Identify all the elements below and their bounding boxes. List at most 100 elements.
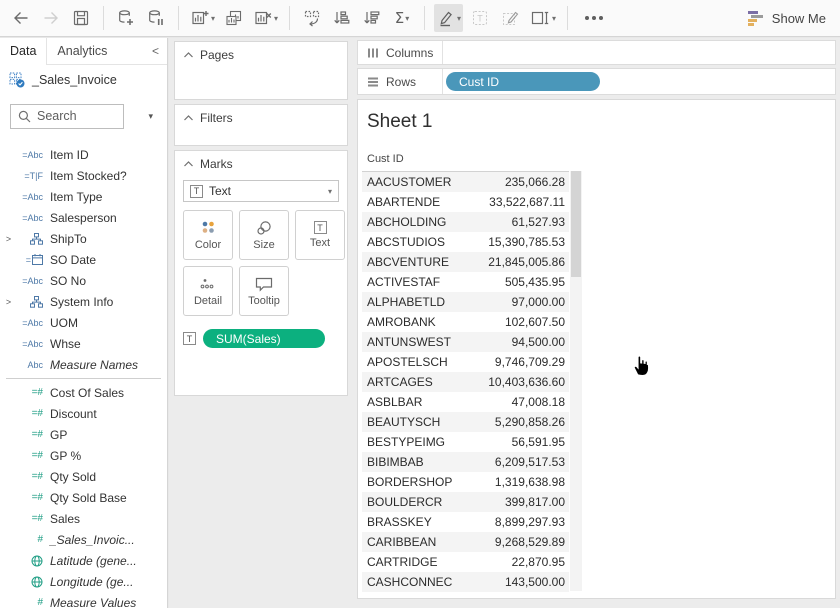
field-item[interactable]: Latitude (gene...: [0, 550, 167, 571]
value-cell[interactable]: 399,817.00: [469, 495, 569, 509]
show-me-button[interactable]: Show Me: [747, 10, 832, 27]
color-button[interactable]: Color: [183, 210, 233, 260]
duplicate-sheet-button[interactable]: [221, 4, 247, 32]
field-item[interactable]: =#Cost Of Sales: [0, 382, 167, 403]
pause-auto-updates-button[interactable]: [143, 4, 169, 32]
field-item[interactable]: =#Qty Sold Base: [0, 487, 167, 508]
table-row[interactable]: ANTUNSWEST94,500.00: [362, 332, 569, 352]
field-item[interactable]: #Measure Values: [0, 592, 167, 608]
mark-type-dropdown[interactable]: T Text ▾: [183, 180, 339, 202]
value-cell[interactable]: 8,899,297.93: [469, 515, 569, 529]
table-row[interactable]: BIBIMBAB6,209,517.53: [362, 452, 569, 472]
cust-id-pill[interactable]: Cust ID: [446, 72, 600, 91]
sort-ascending-button[interactable]: [329, 4, 355, 32]
value-cell[interactable]: 1,319,638.98: [469, 475, 569, 489]
sum-sales-pill[interactable]: SUM(Sales): [203, 329, 325, 348]
row-header-cell[interactable]: ANTUNSWEST: [362, 335, 469, 349]
value-cell[interactable]: 94,500.00: [469, 335, 569, 349]
clear-sheet-button[interactable]: ▾: [251, 4, 280, 32]
value-cell[interactable]: 5,290,858.26: [469, 415, 569, 429]
value-cell[interactable]: 102,607.50: [469, 315, 569, 329]
fit-selector-button[interactable]: ▾: [527, 4, 558, 32]
table-row[interactable]: AACUSTOMER235,066.28: [362, 172, 569, 192]
table-row[interactable]: ACTIVESTAF505,435.95: [362, 272, 569, 292]
row-header-cell[interactable]: BESTYPEIMG: [362, 435, 469, 449]
row-header-cell[interactable]: ABARTENDE: [362, 195, 469, 209]
highlight-button[interactable]: ▾: [434, 4, 463, 32]
value-cell[interactable]: 97,000.00: [469, 295, 569, 309]
field-item[interactable]: =AbcItem Type: [0, 186, 167, 207]
chevron-up-icon[interactable]: [183, 51, 194, 59]
value-cell[interactable]: 505,435.95: [469, 275, 569, 289]
tab-data[interactable]: Data: [0, 38, 47, 65]
row-header-cell[interactable]: APOSTELSCH: [362, 355, 469, 369]
table-row[interactable]: ABARTENDE33,522,687.11: [362, 192, 569, 212]
totals-button[interactable]: Σ ▾: [389, 4, 415, 32]
row-header-cell[interactable]: CARTRIDGE: [362, 555, 469, 569]
save-button[interactable]: [68, 4, 94, 32]
row-header-cell[interactable]: ABCHOLDING: [362, 215, 469, 229]
table-row[interactable]: ABCHOLDING61,527.93: [362, 212, 569, 232]
new-data-source-button[interactable]: [113, 4, 139, 32]
value-cell[interactable]: 9,268,529.89: [469, 535, 569, 549]
field-item[interactable]: =#Discount: [0, 403, 167, 424]
value-cell[interactable]: 22,870.95: [469, 555, 569, 569]
row-header-cell[interactable]: CARIBBEAN: [362, 535, 469, 549]
row-header-cell[interactable]: AMROBANK: [362, 315, 469, 329]
table-row[interactable]: ABCSTUDIOS15,390,785.53: [362, 232, 569, 252]
field-item[interactable]: >System Info: [0, 291, 167, 312]
field-item[interactable]: =AbcWhse: [0, 333, 167, 354]
row-header-cell[interactable]: BOULDERCR: [362, 495, 469, 509]
value-cell[interactable]: 21,845,005.86: [469, 255, 569, 269]
row-header-cell[interactable]: BIBIMBAB: [362, 455, 469, 469]
row-header-cell[interactable]: BRASSKEY: [362, 515, 469, 529]
field-item[interactable]: =SO Date: [0, 249, 167, 270]
search-input[interactable]: [37, 109, 107, 123]
field-item[interactable]: =#GP: [0, 424, 167, 445]
swap-rows-columns-button[interactable]: [299, 4, 325, 32]
scrollbar-thumb[interactable]: [571, 171, 581, 277]
tab-analytics[interactable]: Analytics: [47, 38, 117, 65]
row-header-cell[interactable]: ALPHABETLD: [362, 295, 469, 309]
table-row[interactable]: ARTCAGES10,403,636.60: [362, 372, 569, 392]
value-cell[interactable]: 61,527.93: [469, 215, 569, 229]
vertical-scrollbar[interactable]: [570, 171, 582, 591]
search-options-icon[interactable]: ▾: [144, 107, 157, 126]
row-header-cell[interactable]: ARTCAGES: [362, 375, 469, 389]
table-row[interactable]: AMROBANK102,607.50: [362, 312, 569, 332]
value-cell[interactable]: 33,522,687.11: [469, 195, 569, 209]
value-cell[interactable]: 10,403,636.60: [469, 375, 569, 389]
table-row[interactable]: ABCVENTURE21,845,005.86: [362, 252, 569, 272]
value-cell[interactable]: 143,500.00: [469, 575, 569, 589]
field-item[interactable]: =#Qty Sold: [0, 466, 167, 487]
rows-shelf[interactable]: Rows Cust ID: [357, 68, 836, 95]
table-row[interactable]: BEAUTYSCH5,290,858.26: [362, 412, 569, 432]
chevron-down-icon[interactable]: ▾: [405, 14, 409, 23]
value-cell[interactable]: 15,390,785.53: [469, 235, 569, 249]
field-item[interactable]: Longitude (ge...: [0, 571, 167, 592]
expander-icon[interactable]: >: [3, 297, 14, 307]
chevron-down-icon[interactable]: ▾: [274, 14, 278, 23]
table-row[interactable]: BRASSKEY8,899,297.93: [362, 512, 569, 532]
row-header-cell[interactable]: ASBLBAR: [362, 395, 469, 409]
table-row[interactable]: BESTYPEIMG56,591.95: [362, 432, 569, 452]
row-header-cell[interactable]: AACUSTOMER: [362, 175, 469, 189]
redo-button[interactable]: [38, 4, 64, 32]
datasource-item[interactable]: _Sales_Invoice: [0, 65, 167, 95]
chevron-up-icon[interactable]: [183, 160, 194, 168]
chevron-down-icon[interactable]: ▾: [552, 14, 556, 23]
table-row[interactable]: APOSTELSCH9,746,709.29: [362, 352, 569, 372]
table-row[interactable]: CARTRIDGE22,870.95: [362, 552, 569, 572]
row-header-cell[interactable]: ABCSTUDIOS: [362, 235, 469, 249]
value-cell[interactable]: 6,209,517.53: [469, 455, 569, 469]
field-item[interactable]: =AbcSalesperson: [0, 207, 167, 228]
table-row[interactable]: CASHCONNEC143,500.00: [362, 572, 569, 592]
tooltip-button[interactable]: Tooltip: [239, 266, 289, 316]
field-item[interactable]: =AbcItem ID: [0, 144, 167, 165]
columns-shelf[interactable]: Columns: [357, 40, 836, 65]
table-row[interactable]: ASBLBAR47,008.18: [362, 392, 569, 412]
row-header-cell[interactable]: CASHCONNEC: [362, 575, 469, 589]
row-header-cell[interactable]: ACTIVESTAF: [362, 275, 469, 289]
detail-button[interactable]: Detail: [183, 266, 233, 316]
sort-descending-button[interactable]: [359, 4, 385, 32]
